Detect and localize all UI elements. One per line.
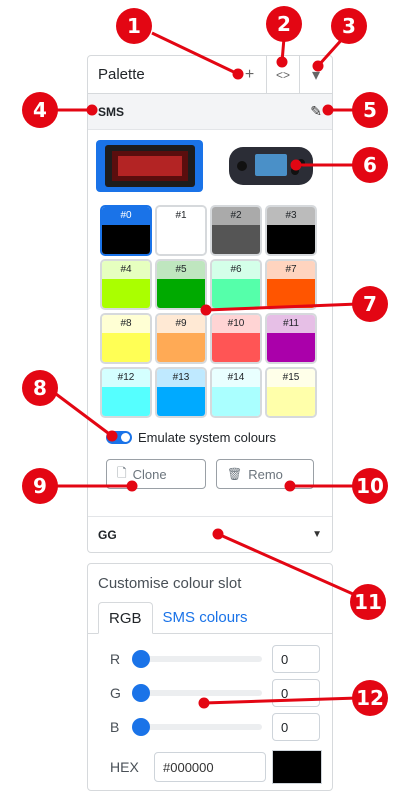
callout-badge: 12: [352, 680, 388, 716]
callout-badge: 1: [116, 8, 152, 44]
callout-badge: 5: [352, 92, 388, 128]
callout-badge: 2: [266, 6, 302, 42]
callout-badge: 8: [22, 370, 58, 406]
callout-badge: 11: [350, 584, 386, 620]
callout-badge: 3: [331, 8, 367, 44]
callout-badge: 4: [22, 92, 58, 128]
callout-badge: 6: [352, 147, 388, 183]
callout-badge: 7: [352, 286, 388, 322]
callout-badge: 9: [22, 468, 58, 504]
callout-badge: 10: [352, 468, 388, 504]
